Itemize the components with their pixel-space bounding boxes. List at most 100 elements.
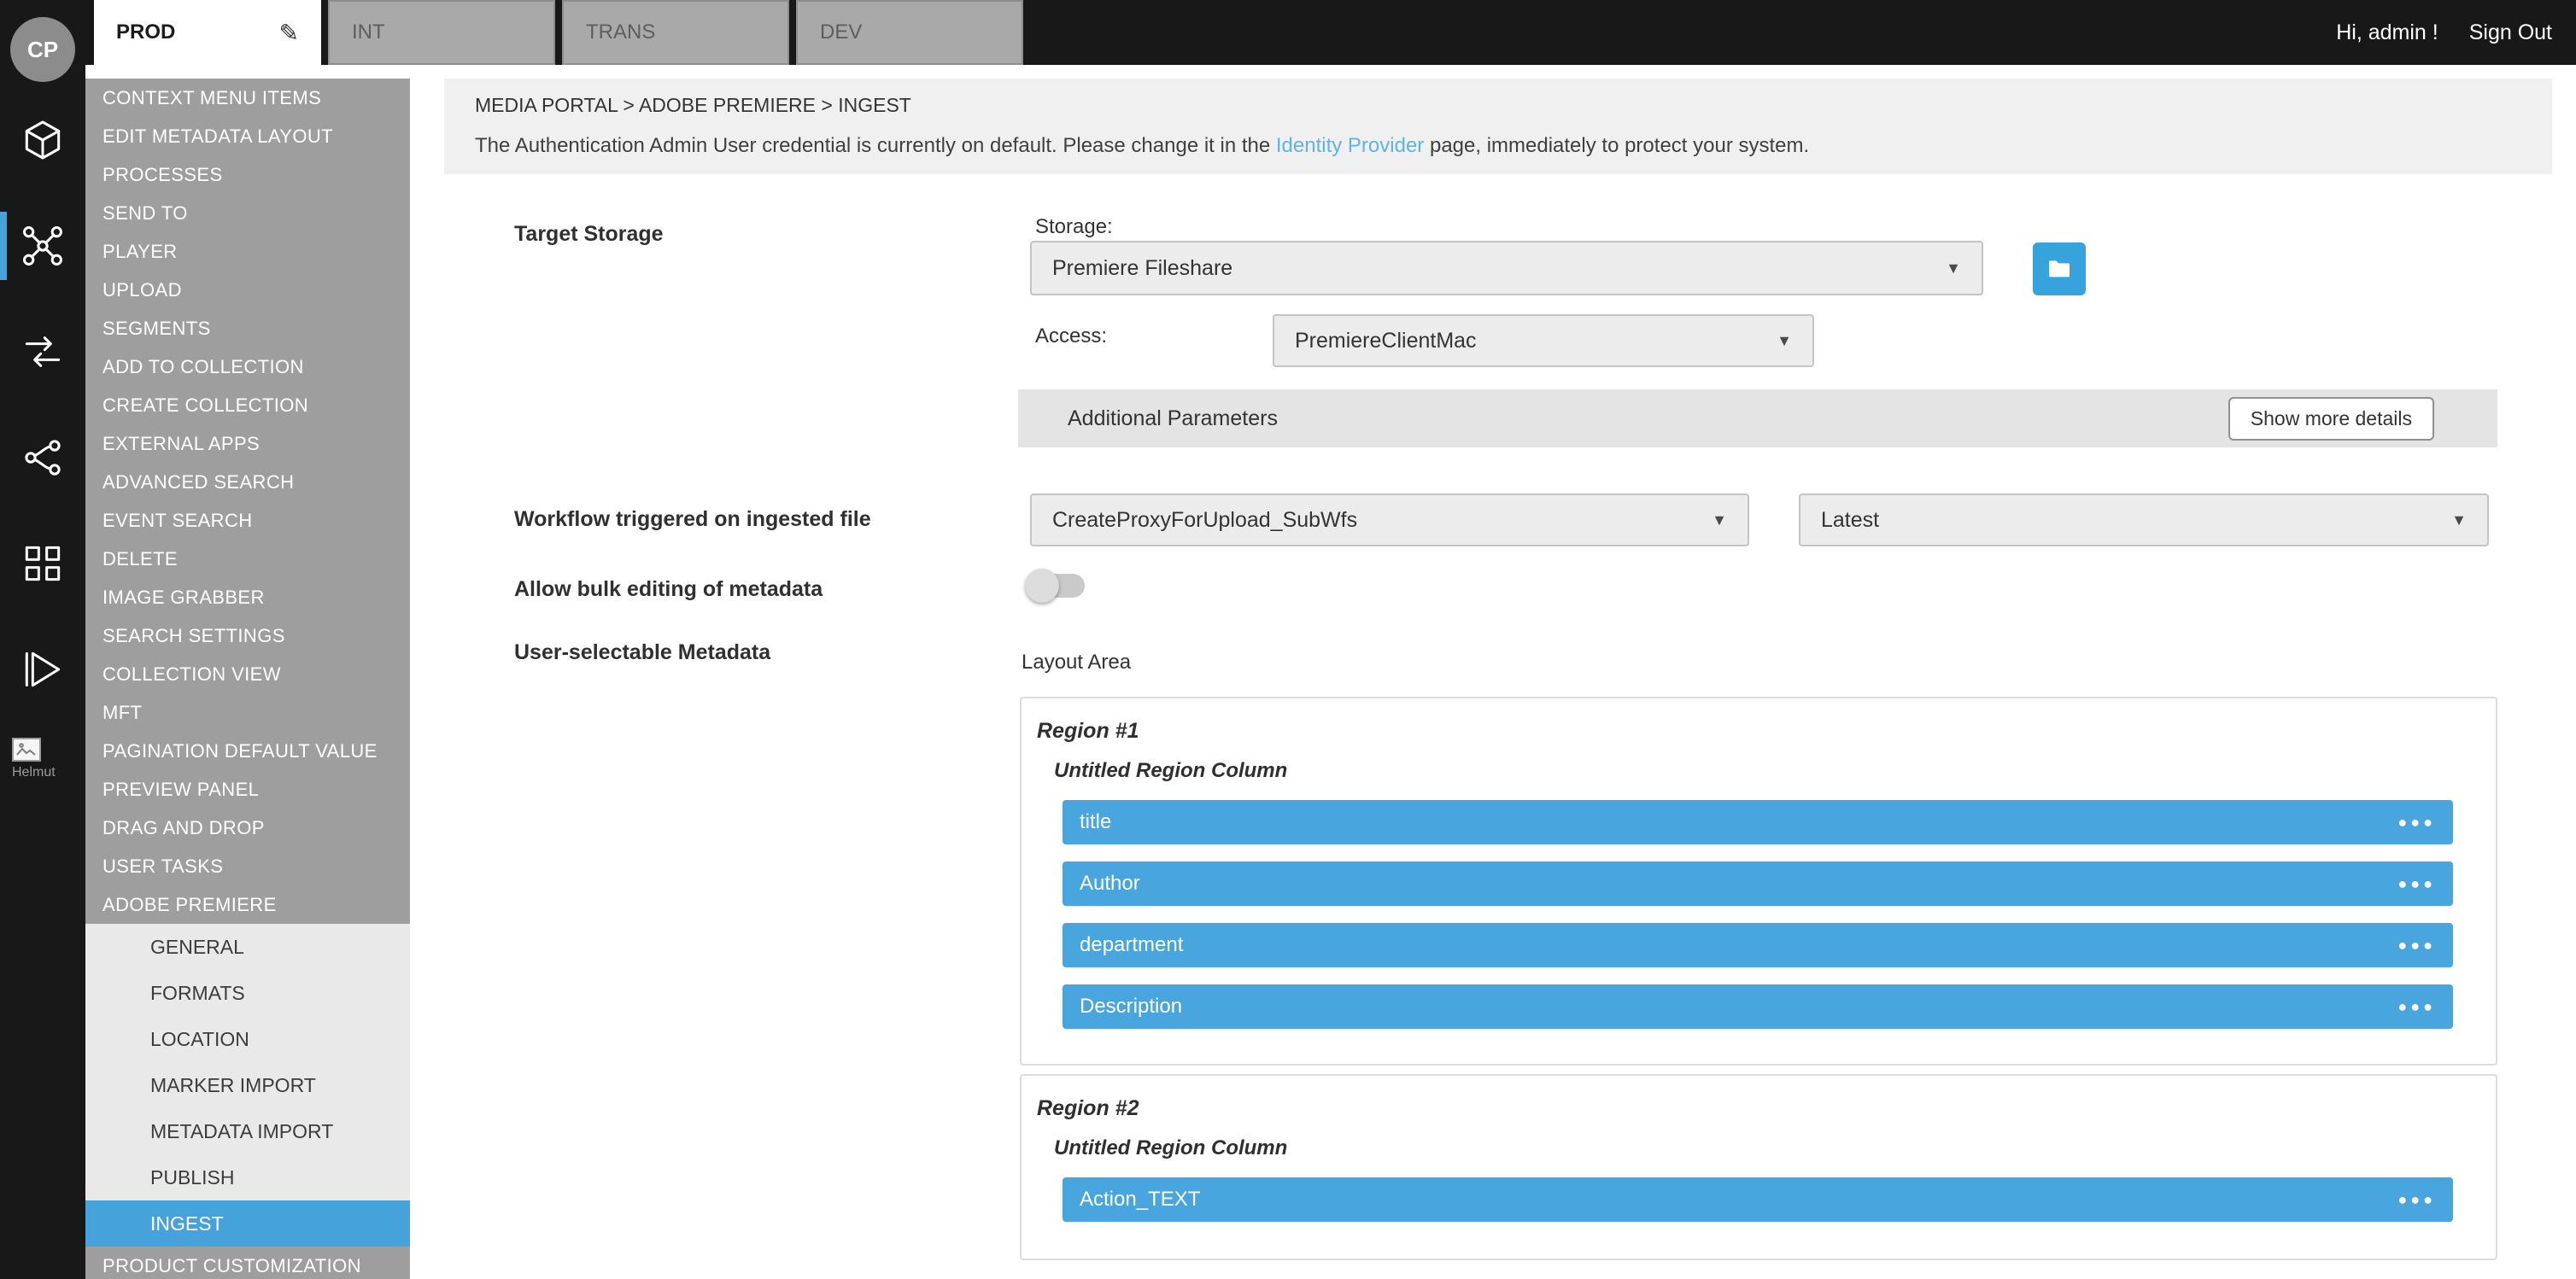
metadata-field-label: Author [1080, 872, 1140, 896]
storage-select-value: Premiere Fileshare [1052, 256, 1232, 281]
sidebar-item-adobe-premiere[interactable]: ADOBE PREMIERE [85, 885, 410, 924]
chevron-down-icon: ▼ [1777, 332, 1792, 350]
sidebar-item-create-collection[interactable]: CREATE COLLECTION [85, 386, 410, 424]
tab-int-label: INT [352, 20, 385, 44]
layout-area-label: Layout Area [1022, 651, 1131, 675]
branch-icon[interactable] [0, 420, 85, 495]
metadata-field-department[interactable]: department ●●● [1063, 923, 2453, 967]
sidebar-subitem-general[interactable]: GENERAL [85, 924, 410, 970]
warning-text-prefix: The Authentication Admin User credential… [475, 134, 1276, 157]
chevron-down-icon: ▼ [2451, 511, 2467, 529]
sidebar-item-drag-and-drop[interactable]: DRAG AND DROP [85, 809, 410, 847]
bulk-edit-toggle[interactable] [1025, 569, 1093, 603]
metadata-field-label: title [1080, 810, 1111, 834]
package-icon[interactable] [0, 102, 85, 178]
workflow-version-value: Latest [1821, 508, 1879, 533]
metadata-field-label: department [1080, 933, 1183, 957]
tab-trans[interactable]: TRANS [562, 0, 789, 65]
credential-warning: The Authentication Admin User credential… [475, 134, 2521, 158]
icon-strip: Helmut [0, 65, 85, 1279]
sidebar-menu: CONTEXT MENU ITEMS EDIT METADATA LAYOUT … [85, 65, 410, 1279]
field-options-icon[interactable]: ●●● [2397, 1191, 2436, 1209]
workflow-label: Workflow triggered on ingested file [514, 507, 871, 532]
storage-select[interactable]: Premiere Fileshare ▼ [1030, 241, 1983, 295]
region-column-title: Untitled Region Column [1054, 1136, 2496, 1160]
metadata-field-description[interactable]: Description ●●● [1063, 984, 2453, 1029]
workflow-icon[interactable] [0, 208, 85, 283]
sidebar-item-image-grabber[interactable]: IMAGE GRABBER [85, 578, 410, 616]
layout-region-1: Region #1 Untitled Region Column title ●… [1020, 697, 2497, 1066]
warning-text-suffix: page, immediately to protect your system… [1424, 134, 1809, 157]
identity-provider-link[interactable]: Identity Provider [1276, 134, 1424, 157]
field-options-icon[interactable]: ●●● [2397, 937, 2436, 955]
access-select-value: PremiereClientMac [1295, 329, 1477, 353]
toggle-thumb [1025, 569, 1059, 603]
sidebar-item-collection-view[interactable]: COLLECTION VIEW [85, 655, 410, 693]
sidebar-item-pagination-default-value[interactable]: PAGINATION DEFAULT VALUE [85, 732, 410, 770]
sidebar-item-advanced-search[interactable]: ADVANCED SEARCH [85, 463, 410, 501]
topbar-right: Hi, admin ! Sign Out [2336, 0, 2576, 65]
field-options-icon[interactable]: ●●● [2397, 814, 2436, 832]
sidebar-item-preview-panel[interactable]: PREVIEW PANEL [85, 770, 410, 809]
player-icon[interactable] [0, 632, 85, 707]
additional-parameters-label: Additional Parameters [1068, 406, 1278, 431]
edit-environment-icon[interactable]: ✎ [279, 19, 299, 47]
sidebar-item-search-settings[interactable]: SEARCH SETTINGS [85, 616, 410, 655]
sidebar-subitem-location[interactable]: LOCATION [85, 1016, 410, 1062]
breadcrumb: MEDIA PORTAL > ADOBE PREMIERE > INGEST [475, 94, 2521, 117]
field-options-icon[interactable]: ●●● [2397, 998, 2436, 1016]
storage-label: Storage: [1035, 215, 1113, 239]
tab-prod[interactable]: PROD ✎ [94, 0, 321, 65]
bulk-edit-label: Allow bulk editing of metadata [514, 577, 823, 602]
broken-image-icon [12, 738, 41, 762]
show-more-details-button[interactable]: Show more details [2228, 397, 2434, 441]
metadata-field-author[interactable]: Author ●●● [1063, 861, 2453, 906]
region-column-title: Untitled Region Column [1054, 759, 2496, 783]
tab-trans-label: TRANS [586, 20, 655, 44]
sidebar-subitem-formats[interactable]: FORMATS [85, 970, 410, 1016]
sidebar-item-upload[interactable]: UPLOAD [85, 271, 410, 309]
sidebar-item-context-menu-items[interactable]: CONTEXT MENU ITEMS [85, 79, 410, 117]
sidebar-item-add-to-collection[interactable]: ADD TO COLLECTION [85, 347, 410, 386]
sidebar-subitem-publish[interactable]: PUBLISH [85, 1154, 410, 1200]
sidebar-subitem-metadata-import[interactable]: METADATA IMPORT [85, 1108, 410, 1154]
tab-int[interactable]: INT [328, 0, 555, 65]
helmut-broken-image: Helmut [0, 738, 85, 780]
tab-dev[interactable]: DEV [796, 0, 1023, 65]
region-title: Region #2 [1037, 1096, 2496, 1121]
topbar: CP PROD ✎ INT TRANS DEV Hi, admin ! Sign… [0, 0, 2576, 65]
additional-parameters-bar: Additional Parameters Show more details [1018, 389, 2497, 447]
greeting-text: Hi, admin ! [2336, 20, 2438, 45]
tab-prod-label: PROD [116, 20, 175, 44]
sign-out-link[interactable]: Sign Out [2469, 20, 2552, 45]
environment-tabs: PROD ✎ INT TRANS DEV [94, 0, 1023, 65]
sidebar-item-processes[interactable]: PROCESSES [85, 155, 410, 194]
sidebar-item-send-to[interactable]: SEND TO [85, 194, 410, 232]
sidebar-item-delete[interactable]: DELETE [85, 540, 410, 578]
sidebar-subitem-ingest[interactable]: INGEST [85, 1200, 410, 1247]
metadata-field-action-text[interactable]: Action_TEXT ●●● [1063, 1177, 2453, 1222]
apps-icon[interactable] [0, 526, 85, 601]
metadata-field-label: Description [1080, 995, 1182, 1019]
workflow-select-value: CreateProxyForUpload_SubWfs [1052, 508, 1357, 533]
access-select[interactable]: PremiereClientMac ▼ [1273, 314, 1814, 367]
sidebar-item-edit-metadata-layout[interactable]: EDIT METADATA LAYOUT [85, 117, 410, 155]
field-options-icon[interactable]: ●●● [2397, 875, 2436, 893]
helmut-alt-text: Helmut [12, 765, 56, 780]
sidebar-item-product-customization[interactable]: PRODUCT CUSTOMIZATION [85, 1247, 410, 1279]
sidebar-item-mft[interactable]: MFT [85, 693, 410, 732]
main-content: MEDIA PORTAL > ADOBE PREMIERE > INGEST T… [410, 65, 2576, 1279]
browse-folder-button[interactable] [2033, 242, 2086, 295]
sidebar-item-external-apps[interactable]: EXTERNAL APPS [85, 424, 410, 463]
processes-icon[interactable] [0, 314, 85, 389]
sidebar-item-event-search[interactable]: EVENT SEARCH [85, 501, 410, 540]
sidebar-subitem-marker-import[interactable]: MARKER IMPORT [85, 1062, 410, 1108]
sidebar-item-segments[interactable]: SEGMENTS [85, 309, 410, 347]
sidebar-item-user-tasks[interactable]: USER TASKS [85, 847, 410, 885]
workflow-select[interactable]: CreateProxyForUpload_SubWfs ▼ [1030, 493, 1749, 546]
metadata-field-title[interactable]: title ●●● [1063, 800, 2453, 844]
workflow-version-select[interactable]: Latest ▼ [1799, 493, 2489, 546]
layout-region-2: Region #2 Untitled Region Column Action_… [1020, 1074, 2497, 1260]
avatar[interactable]: CP [10, 17, 75, 82]
sidebar-item-player[interactable]: PLAYER [85, 232, 410, 271]
